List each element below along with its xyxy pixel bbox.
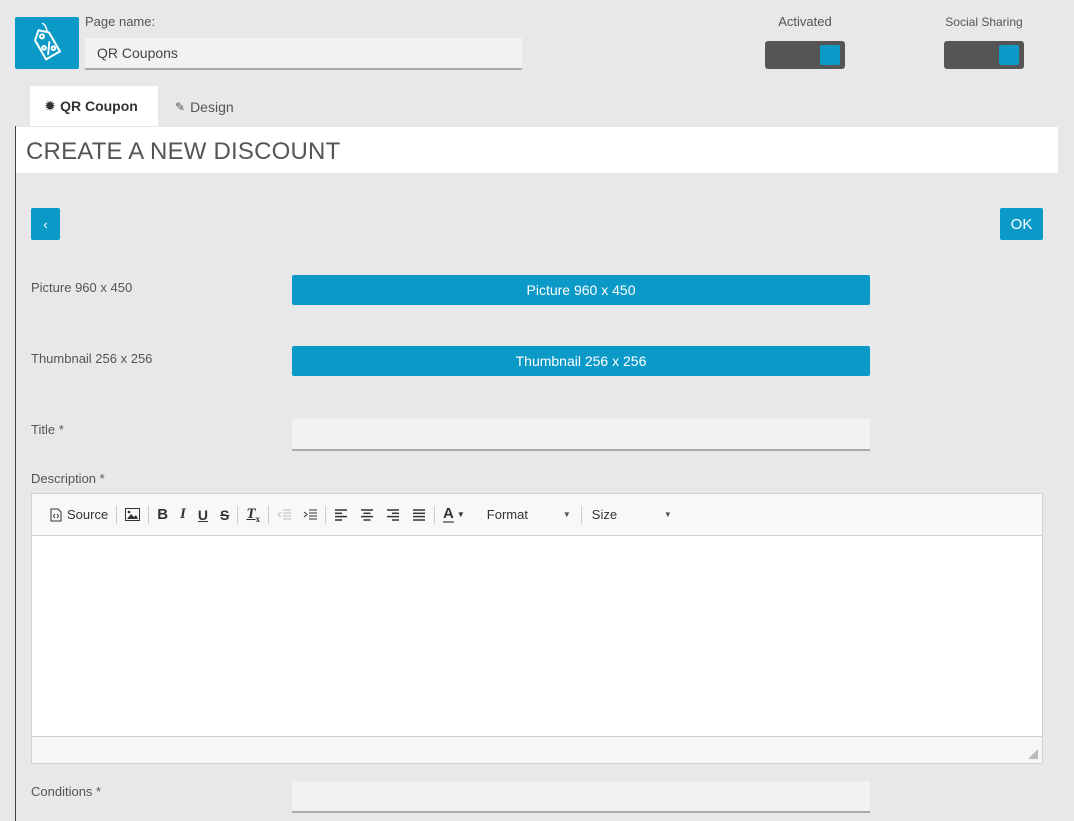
align-left-button[interactable] <box>328 503 354 527</box>
toolbar-separator <box>116 505 118 524</box>
conditions-input[interactable] <box>292 781 870 813</box>
activated-label: Activated <box>778 14 832 29</box>
indent-icon <box>303 509 318 519</box>
text-color-button[interactable]: A ▼ <box>437 503 471 527</box>
image-icon <box>125 508 141 521</box>
source-button[interactable]: Source <box>44 503 114 527</box>
tab-design[interactable]: ✎ Design <box>160 87 249 127</box>
toolbar-separator <box>268 505 270 524</box>
format-label: Format <box>486 507 528 522</box>
social-sharing-toggle[interactable] <box>944 41 1024 69</box>
align-center-icon <box>361 508 374 521</box>
tab-label: Design <box>190 99 234 115</box>
content-left-border <box>15 126 16 821</box>
underline-button[interactable]: U <box>192 503 214 527</box>
strikethrough-button[interactable]: S <box>214 503 235 527</box>
italic-button[interactable]: I <box>174 503 192 527</box>
source-label: Source <box>67 507 109 522</box>
align-right-button[interactable] <box>380 503 406 527</box>
chevron-down-icon: ▼ <box>456 510 465 519</box>
upload-picture-button[interactable]: Picture 960 x 450 <box>292 275 870 305</box>
toolbar-separator <box>325 505 327 524</box>
remove-format-icon: Tx <box>246 505 261 524</box>
align-left-icon <box>335 508 348 521</box>
page-name-label: Page name: <box>85 14 156 29</box>
size-label: Size <box>591 507 618 522</box>
toolbar-separator <box>237 505 239 524</box>
description-editor: Source B I U S Tx A ▼ Format ▼ Size ▼ <box>31 493 1043 764</box>
toolbar-separator <box>434 505 436 524</box>
description-label: Description * <box>31 471 105 486</box>
editor-content-area[interactable] <box>32 536 1042 736</box>
chevron-down-icon: ▼ <box>562 510 571 519</box>
size-dropdown[interactable]: Size ▼ <box>584 503 680 527</box>
chevron-down-icon: ▼ <box>663 510 672 519</box>
title-input[interactable] <box>292 419 870 451</box>
gear-icon: ✹ <box>45 99 56 113</box>
pencil-icon: ✎ <box>175 100 186 114</box>
outdent-icon <box>277 509 292 519</box>
increase-indent-button[interactable] <box>297 503 323 527</box>
page-name-input[interactable] <box>85 38 522 70</box>
editor-toolbar: Source B I U S Tx A ▼ Format ▼ Size ▼ <box>32 494 1042 536</box>
toolbar-separator <box>148 505 150 524</box>
toggle-knob <box>820 45 840 65</box>
text-color-icon: A <box>443 504 454 523</box>
picture-label: Picture 960 x 450 <box>31 280 133 295</box>
resize-handle[interactable] <box>1028 749 1038 759</box>
back-button[interactable]: ‹ <box>31 208 60 240</box>
tab-label: QR Coupon <box>60 98 138 114</box>
upload-thumbnail-button[interactable]: Thumbnail 256 x 256 <box>292 346 870 376</box>
discount-tag-icon <box>33 23 62 61</box>
format-dropdown[interactable]: Format ▼ <box>479 503 579 527</box>
activated-toggle[interactable] <box>765 41 845 69</box>
editor-status-bar <box>32 736 1042 763</box>
tab-qr-coupon[interactable]: ✹ QR Coupon <box>30 86 158 126</box>
bold-button[interactable]: B <box>151 503 174 527</box>
app-logo <box>15 17 79 69</box>
ok-button[interactable]: OK <box>1000 208 1043 240</box>
decrease-indent-button[interactable] <box>271 503 297 527</box>
justify-icon <box>413 508 426 521</box>
page-title: CREATE A NEW DISCOUNT <box>26 138 341 165</box>
source-icon <box>50 508 62 521</box>
align-right-icon <box>387 508 400 521</box>
toolbar-separator <box>580 505 582 524</box>
conditions-label: Conditions * <box>31 784 102 799</box>
image-button[interactable] <box>119 503 146 527</box>
social-sharing-label: Social Sharing <box>945 15 1023 29</box>
remove-format-button[interactable]: Tx <box>240 503 266 527</box>
title-label: Title * <box>31 422 64 437</box>
justify-button[interactable] <box>406 503 432 527</box>
align-center-button[interactable] <box>354 503 380 527</box>
thumbnail-label: Thumbnail 256 x 256 <box>31 351 153 366</box>
toggle-knob <box>999 45 1019 65</box>
